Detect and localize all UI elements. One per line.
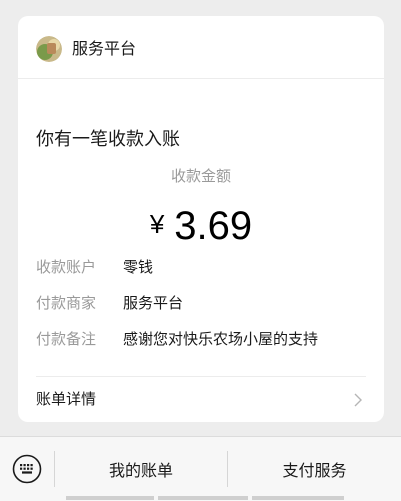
keyboard-toggle-button[interactable] — [0, 437, 54, 501]
detail-row-remark: 付款备注 感谢您对快乐农场小屋的支持 — [36, 328, 318, 350]
amount: ¥3.69 — [18, 202, 384, 254]
chevron-right-icon — [354, 392, 362, 407]
detail-row-account: 收款账户 零钱 — [36, 256, 153, 278]
currency-symbol: ¥ — [149, 209, 165, 239]
payment-notice-card: 服务平台 你有一笔收款入账 收款金额 ¥3.69 收款账户 零钱 付款商家 服务平台… — [18, 16, 384, 422]
bottom-menu-bar: 我的账单 支付服务 — [0, 436, 401, 501]
detail-key: 收款账户 — [36, 258, 97, 276]
detail-key: 付款备注 — [36, 330, 97, 348]
detail-value: 服务平台 — [123, 294, 184, 312]
notice-title: 你有一笔收款入账 — [36, 129, 180, 150]
menu-indicator — [158, 496, 248, 500]
bill-details-link[interactable]: 账单详情 — [18, 377, 384, 422]
service-name: 服务平台 — [72, 39, 137, 58]
payment-services-menu-button[interactable]: 支付服务 — [228, 437, 401, 501]
my-bills-menu-button[interactable]: 我的账单 — [55, 437, 227, 501]
service-avatar-icon — [36, 36, 62, 62]
detail-row-merchant: 付款商家 服务平台 — [36, 292, 183, 314]
detail-value: 感谢您对快乐农场小屋的支持 — [123, 330, 319, 348]
bill-details-label: 账单详情 — [36, 390, 97, 408]
card-header[interactable]: 服务平台 — [18, 16, 384, 79]
detail-value: 零钱 — [123, 258, 154, 276]
detail-key: 付款商家 — [36, 294, 97, 312]
amount-label: 收款金额 — [170, 167, 231, 185]
amount-value: 3.69 — [174, 204, 253, 248]
menu-indicator — [66, 496, 154, 500]
menu-indicator — [252, 496, 344, 500]
keyboard-icon — [12, 454, 42, 484]
